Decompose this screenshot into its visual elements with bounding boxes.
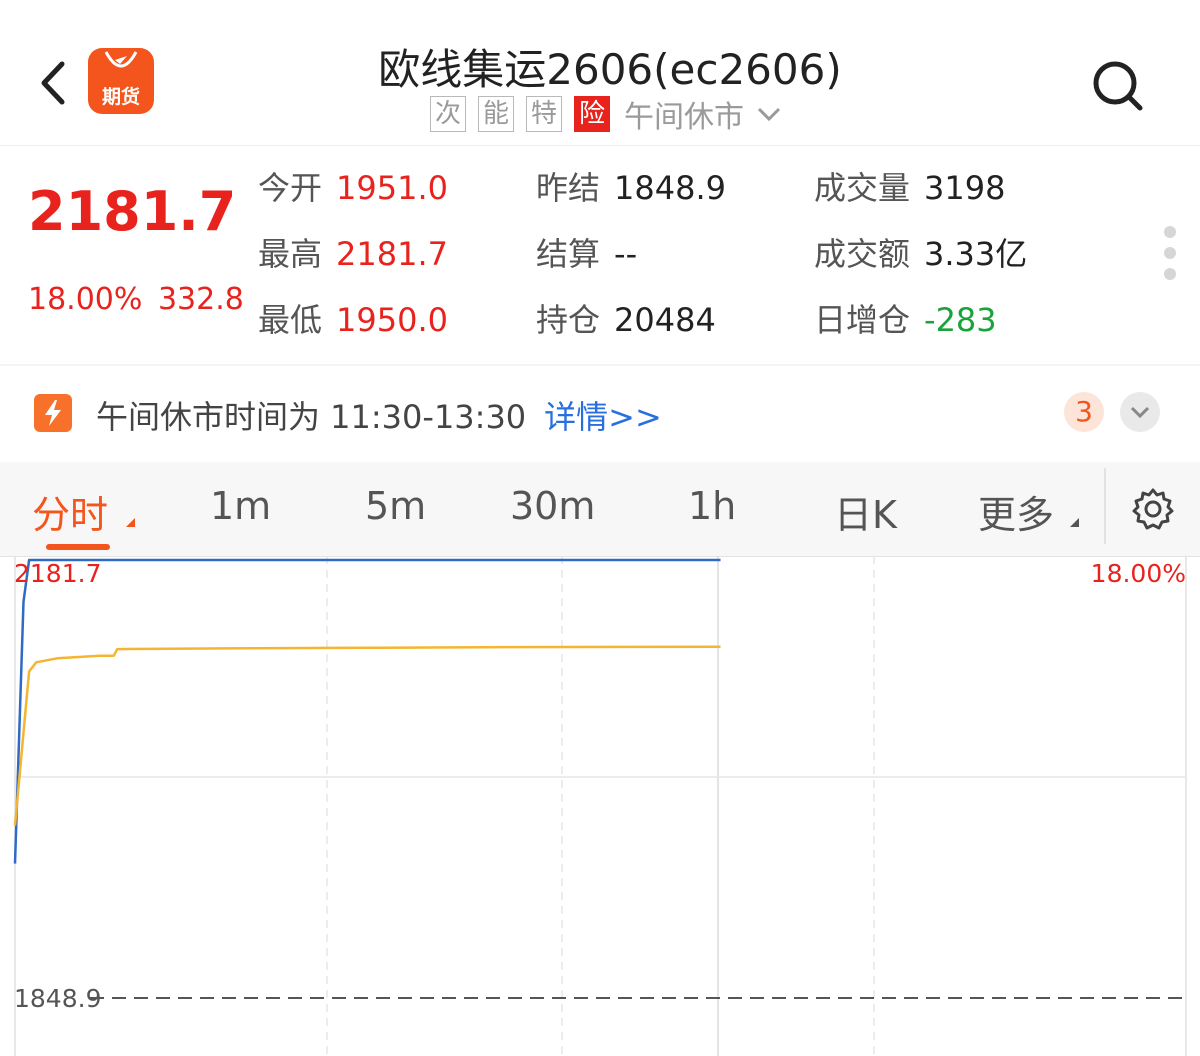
high-value: 2181.7 — [336, 235, 448, 273]
turnover-label: 成交额 — [814, 235, 911, 273]
lightning-glyph — [45, 400, 61, 426]
chart-series — [13, 558, 721, 864]
price-line — [13, 558, 721, 864]
chevron-down-icon[interactable] — [756, 104, 782, 124]
low-value: 1950.0 — [336, 301, 448, 339]
notice-message: 午间休市时间为 11:30-13:30 — [96, 398, 527, 436]
contract-title: 欧线集运2606(ec2606) — [378, 45, 842, 94]
settle-value: -- — [614, 235, 638, 273]
tag-next-month[interactable]: 次 — [430, 96, 466, 132]
oi-change-value: -283 — [924, 301, 997, 339]
tab-1m[interactable]: 1m — [210, 484, 271, 528]
logo-emblem-icon — [104, 51, 138, 68]
tag-risk[interactable]: 险 — [574, 96, 610, 132]
settle-label: 结算 — [536, 235, 601, 273]
oi-change-field: 日增仓 -283 — [814, 298, 997, 342]
back-arrow-icon[interactable] — [38, 58, 68, 108]
open-field: 今开 1951.0 — [258, 166, 448, 210]
change-percent: 18.00% — [28, 282, 143, 317]
active-tab-indicator — [46, 544, 110, 550]
turnover-field: 成交额 3.33亿 — [814, 232, 1027, 276]
high-label: 最高 — [258, 235, 323, 273]
high-field: 最高 2181.7 — [258, 232, 448, 276]
low-label: 最低 — [258, 301, 323, 339]
volume-label: 成交量 — [814, 169, 911, 207]
last-price: 2181.7 — [28, 180, 237, 243]
intraday-chart-canvas — [13, 556, 1187, 1056]
volume-value: 3198 — [924, 169, 1006, 207]
tab-more[interactable]: 更多 — [978, 484, 1054, 539]
tab-intraday[interactable]: 分时 — [32, 484, 108, 539]
tag-energy[interactable]: 能 — [478, 96, 514, 132]
tab-daily-k[interactable]: 日K — [834, 484, 897, 539]
open-interest-value: 20484 — [614, 301, 716, 339]
notice-count-badge[interactable]: 3 — [1064, 392, 1104, 432]
logo-label: 期货 — [101, 86, 140, 108]
open-value: 1951.0 — [336, 169, 448, 207]
settle-field: 结算 -- — [536, 232, 637, 276]
oi-change-label: 日增仓 — [814, 301, 911, 339]
chart-grid — [14, 556, 1187, 1056]
low-field: 最低 1950.0 — [258, 298, 448, 342]
top-navigation-bar: 期货 欧线集运2606(ec2606) 次 能 特 险 午间休市 — [0, 0, 1200, 146]
futures-app-logo[interactable]: 期货 — [88, 48, 154, 114]
tab-more-menu-icon[interactable] — [1070, 518, 1079, 527]
more-vertical-icon[interactable] — [1164, 226, 1178, 289]
gear-icon[interactable] — [1130, 486, 1176, 532]
open-interest-label: 持仓 — [536, 301, 601, 339]
search-icon[interactable] — [1090, 58, 1144, 112]
contract-tags: 次 能 特 险 午间休市 — [430, 92, 782, 136]
y-max-label: 2181.7 — [14, 559, 102, 588]
tab-intraday-menu-icon[interactable] — [126, 518, 135, 527]
tab-divider — [1104, 468, 1106, 544]
volume-field: 成交量 3198 — [814, 166, 1005, 210]
pct-max-label: 18.00% — [1090, 559, 1186, 588]
lightning-icon — [34, 394, 72, 432]
notice-detail-link[interactable]: 详情>> — [544, 398, 662, 436]
market-status[interactable]: 午间休市 — [624, 92, 744, 136]
change-value: 332.8 — [157, 282, 244, 317]
divider — [0, 364, 1200, 366]
tab-1h[interactable]: 1h — [688, 484, 736, 528]
prev-settle-value: 1848.9 — [614, 169, 726, 207]
tab-5m[interactable]: 5m — [365, 484, 426, 528]
notice-text: 午间休市时间为 11:30-13:30 详情>> — [96, 392, 662, 438]
price-change: 18.00% 332.8 — [28, 282, 244, 317]
prev-settle-field: 昨结 1848.9 — [536, 166, 726, 210]
open-label: 今开 — [258, 169, 323, 207]
y-base-label: 1848.9 — [14, 984, 102, 1013]
prev-settle-label: 昨结 — [536, 169, 601, 207]
open-interest-field: 持仓 20484 — [536, 298, 716, 342]
average-line — [13, 645, 721, 826]
notice-expand-button[interactable] — [1120, 392, 1160, 432]
chevron-down-icon — [1130, 406, 1150, 419]
turnover-value: 3.33亿 — [924, 235, 1028, 273]
intraday-chart[interactable]: 2181.7 18.00% 1848.9 — [0, 556, 1200, 1056]
tag-special[interactable]: 特 — [526, 96, 562, 132]
tab-30m[interactable]: 30m — [510, 484, 595, 528]
